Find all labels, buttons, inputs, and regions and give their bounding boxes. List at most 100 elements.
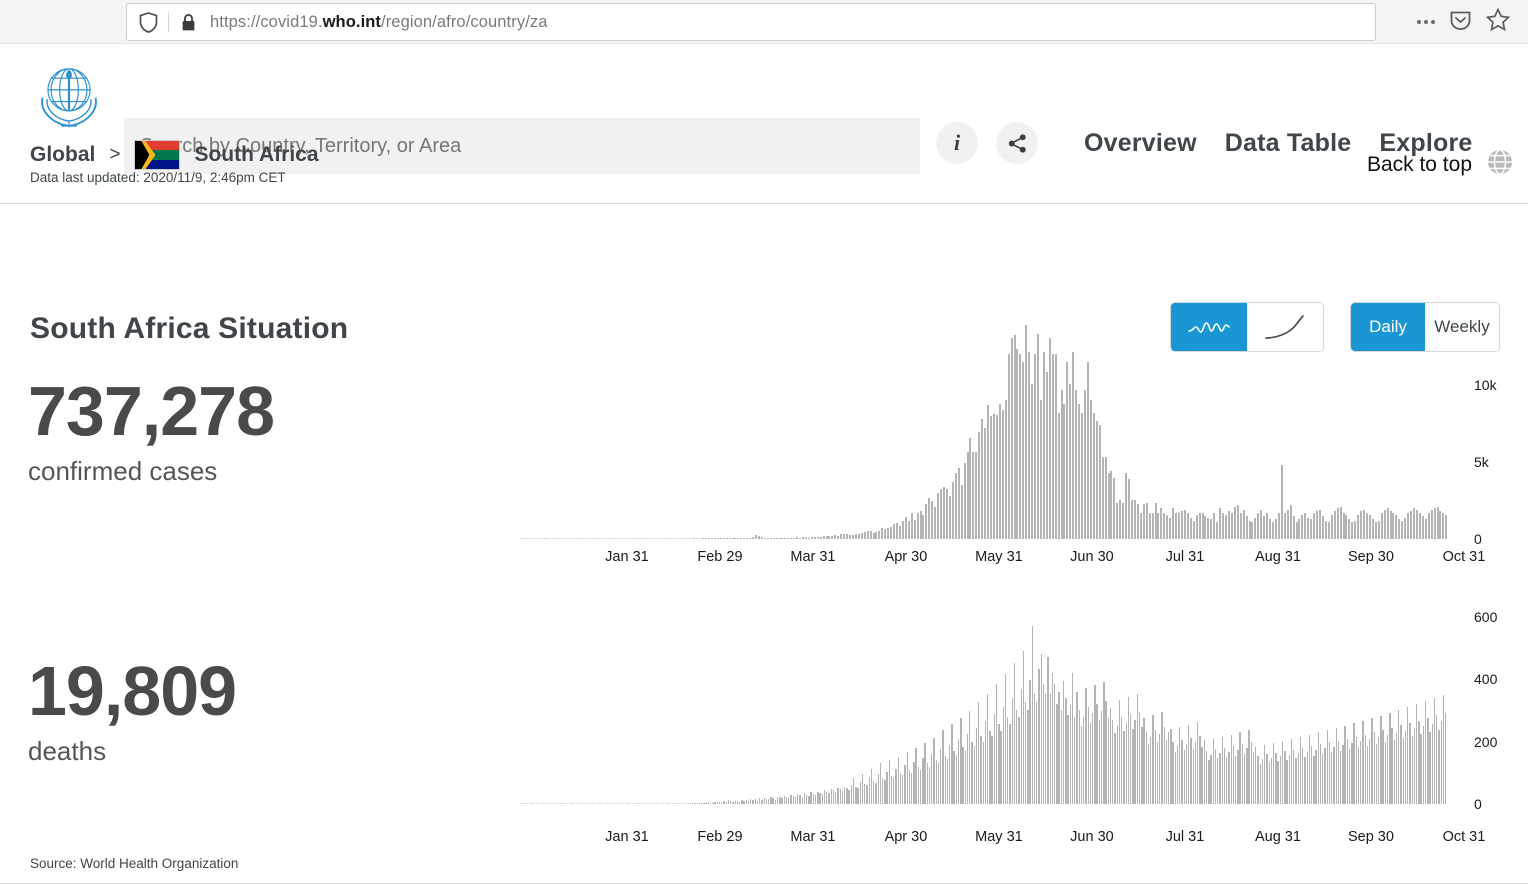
chart-bar <box>834 535 836 539</box>
chart-bar <box>844 787 845 805</box>
chart-bar <box>1025 325 1027 539</box>
chart-bar <box>864 784 865 804</box>
lock-icon[interactable] <box>181 13 196 32</box>
chart-bar <box>1027 710 1028 804</box>
share-icon[interactable] <box>996 122 1038 164</box>
chart-bar <box>814 537 816 539</box>
chart-bar <box>823 536 825 539</box>
deaths-bar-chart[interactable] <box>520 604 1450 804</box>
metric-confirmed-cases: 737,278 confirmed cases <box>28 376 274 487</box>
back-to-top-button[interactable]: Back to top <box>1367 148 1514 182</box>
chart-bar <box>793 796 794 804</box>
chart-bar <box>870 531 872 539</box>
chart-bar <box>1036 702 1037 804</box>
x-axis-tick-label: Oct 31 <box>1443 549 1486 565</box>
x-axis-tick-label: Mar 31 <box>790 829 835 845</box>
chart-bar <box>1110 708 1111 804</box>
chart-bar <box>1405 731 1406 804</box>
chart-bar <box>1387 508 1389 539</box>
chart-bar <box>1309 735 1310 804</box>
chart-bar <box>1131 500 1133 539</box>
chart-bar <box>786 797 787 804</box>
chart-bar <box>726 802 727 804</box>
chart-bar <box>594 803 595 804</box>
chart-bar <box>1196 515 1198 539</box>
cases-bar-chart[interactable] <box>520 324 1450 539</box>
chart-bar <box>1343 513 1345 539</box>
chart-bar <box>676 803 677 804</box>
chart-bar <box>969 438 971 539</box>
chart-bar <box>636 803 637 804</box>
chart-bar <box>562 803 563 804</box>
chart-bar <box>1347 739 1348 804</box>
chart-bar <box>924 743 925 804</box>
chart-bar <box>772 798 773 804</box>
chart-bar <box>616 803 617 804</box>
chart-bar <box>817 537 819 539</box>
y-axis-tick-label: 10k <box>1474 377 1497 393</box>
who-logo-icon[interactable] <box>30 54 108 132</box>
nav-item-overview[interactable]: Overview <box>1084 129 1197 158</box>
url-bar[interactable]: https://covid19.who.int/region/afro/coun… <box>126 3 1376 41</box>
star-bookmark-icon[interactable] <box>1486 8 1510 36</box>
chart-bar <box>1213 513 1215 539</box>
chart-bar <box>1063 681 1064 804</box>
chart-bar <box>746 800 747 804</box>
nav-item-data-table[interactable]: Data Table <box>1225 129 1352 158</box>
chart-bar <box>1420 734 1421 804</box>
chart-bar <box>1367 746 1368 804</box>
chart-bar <box>835 792 836 804</box>
chart-bar <box>918 767 919 805</box>
chart-bar <box>904 765 905 804</box>
chart-bar <box>702 538 704 539</box>
chart-bar <box>1093 413 1095 539</box>
chart-bar <box>1251 522 1253 539</box>
chart-bar <box>1278 513 1280 539</box>
cases-y-axis: 05k10k <box>1462 324 1522 539</box>
chart-bar <box>929 767 930 805</box>
chart-bar <box>701 803 702 804</box>
chart-bar <box>793 538 795 539</box>
chart-bar <box>687 538 689 539</box>
chart-bar <box>1018 717 1019 804</box>
chart-bar <box>1253 752 1254 804</box>
chart-bar <box>1242 744 1243 804</box>
chart-bar <box>1419 513 1421 539</box>
ellipsis-icon[interactable] <box>1417 20 1435 24</box>
chart-bar <box>1432 724 1433 804</box>
chart-bar <box>1275 519 1277 539</box>
chart-bar <box>1246 748 1247 804</box>
info-icon[interactable]: i <box>936 122 978 164</box>
chart-bar <box>1029 680 1030 804</box>
chart-bar <box>726 538 728 539</box>
chart-bar <box>911 513 913 539</box>
chart-bar <box>659 803 660 804</box>
breadcrumb-global[interactable]: Global <box>30 143 95 167</box>
chart-bar <box>1423 726 1424 804</box>
chart-bar <box>920 770 921 804</box>
chart-bar <box>1050 693 1051 804</box>
chart-bar <box>1125 473 1127 539</box>
chart-bar <box>585 803 586 804</box>
globe-icon[interactable] <box>1486 148 1514 182</box>
chart-bar <box>696 538 698 539</box>
chart-bar <box>1126 723 1127 804</box>
chart-bar <box>1310 519 1312 539</box>
chart-bar <box>1108 718 1109 804</box>
chart-bar <box>1304 757 1305 804</box>
chart-bar <box>787 538 789 539</box>
x-axis-tick-label: Jul 31 <box>1166 549 1205 565</box>
chart-bar <box>1005 674 1006 804</box>
chart-bar <box>1005 400 1007 539</box>
chart-bar <box>974 746 975 804</box>
chart-bar <box>978 702 979 804</box>
tracking-shield-icon[interactable] <box>139 12 158 33</box>
deaths-value: 19,809 <box>28 656 236 726</box>
chart-bar <box>1392 513 1394 539</box>
chart-bar <box>1072 352 1074 539</box>
pocket-save-icon[interactable] <box>1449 8 1472 36</box>
chart-bar <box>556 803 557 804</box>
chart-bar <box>1413 508 1415 539</box>
chart-bar <box>1204 740 1205 804</box>
chart-bar <box>1240 513 1242 539</box>
